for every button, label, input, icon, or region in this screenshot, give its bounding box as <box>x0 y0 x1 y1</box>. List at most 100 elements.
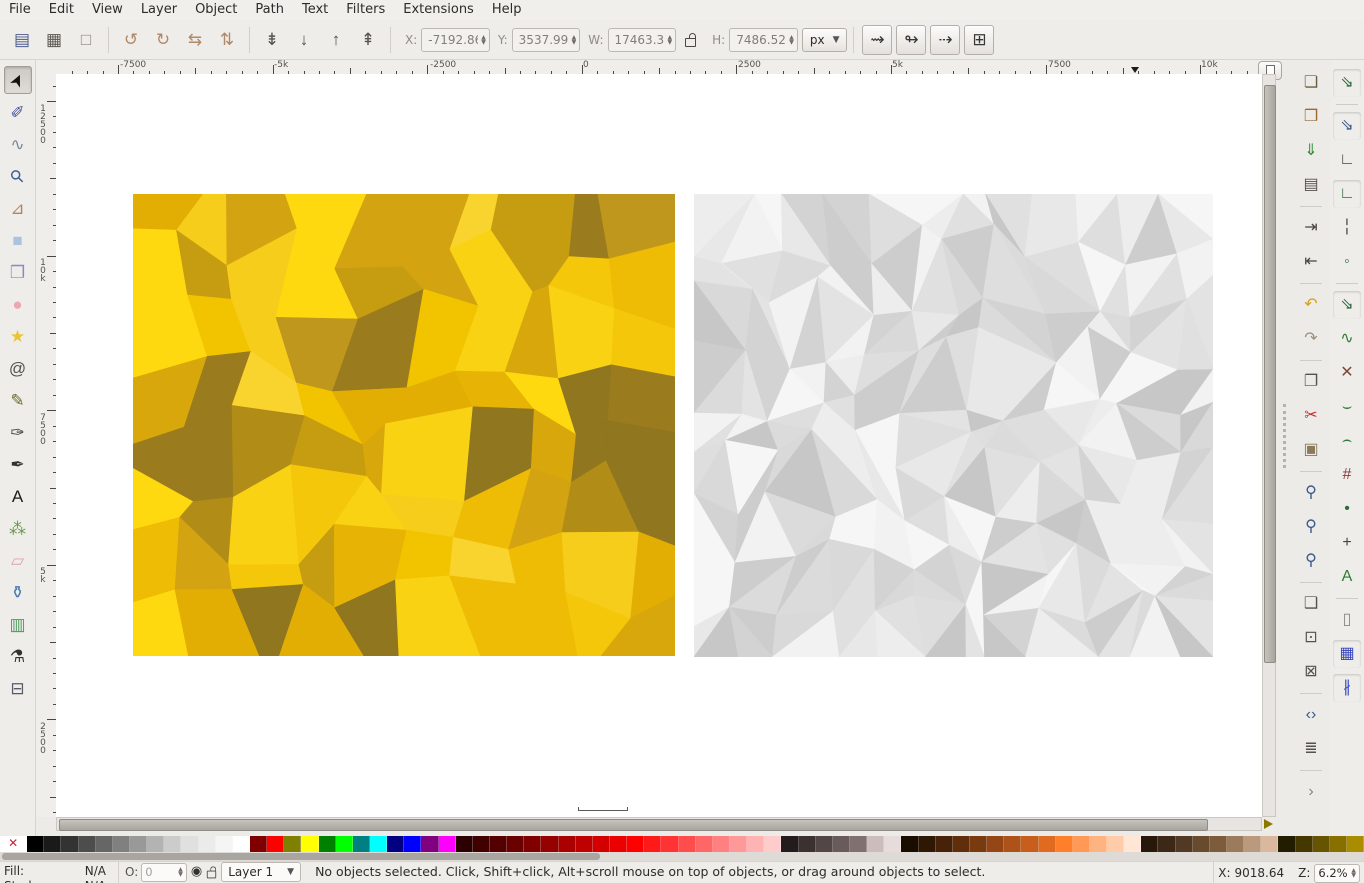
palette-swatch-15[interactable] <box>267 836 284 852</box>
w-spin-arrows[interactable]: ▲▼ <box>668 35 673 45</box>
tweak-tool[interactable]: ∿ <box>4 130 32 158</box>
flip-horizontal-button[interactable]: ⇆ <box>180 25 210 55</box>
palette-swatch-23[interactable] <box>404 836 421 852</box>
palette-swatch-56[interactable] <box>970 836 987 852</box>
palette-swatch-67[interactable] <box>1158 836 1175 852</box>
ellipse-tool[interactable]: ● <box>4 290 32 318</box>
pencil-tool[interactable]: ✎ <box>4 386 32 414</box>
lock-width-height-button[interactable] <box>679 29 701 51</box>
move-gradients-toggle[interactable]: ⇢ <box>930 25 960 55</box>
snap-path-intersections-toggle[interactable]: ✕ <box>1333 359 1361 387</box>
snap-bbox-edge-midpoints-toggle[interactable]: ╎ <box>1333 214 1361 242</box>
palette-swatch-4[interactable] <box>79 836 96 852</box>
h-spin-arrows[interactable]: ▲▼ <box>789 35 794 45</box>
menu-view[interactable]: View <box>83 0 132 20</box>
snap-rotation-centers-toggle[interactable]: + <box>1333 529 1361 557</box>
palette-swatch-25[interactable] <box>439 836 456 852</box>
xml-editor-button[interactable]: ‹› <box>1297 701 1325 729</box>
palette-swatch-36[interactable] <box>627 836 644 852</box>
palette-swatch-70[interactable] <box>1210 836 1227 852</box>
opacity-spin-arrows[interactable]: ▲▼ <box>178 867 183 877</box>
save-document-button[interactable]: ⇓ <box>1297 137 1325 165</box>
palette-swatch-71[interactable] <box>1227 836 1244 852</box>
palette-swatch-17[interactable] <box>301 836 318 852</box>
palette-swatch-59[interactable] <box>1021 836 1038 852</box>
palette-swatch-34[interactable] <box>593 836 610 852</box>
palette-swatch-42[interactable] <box>730 836 747 852</box>
selector-tool[interactable]: ➤ <box>4 66 32 94</box>
palette-swatch-45[interactable] <box>781 836 798 852</box>
opacity-spinbox[interactable]: 0 ▲▼ <box>141 863 187 882</box>
box-3d-tool[interactable]: ❒ <box>4 258 32 286</box>
measure-tool[interactable]: ⊿ <box>4 194 32 222</box>
palette-swatch-5[interactable] <box>96 836 113 852</box>
snap-enable-toggle[interactable]: ⇘ <box>1333 69 1361 97</box>
zoom-tool[interactable]: ⚲ <box>4 162 32 190</box>
duplicate-button[interactable]: ❑ <box>1297 590 1325 618</box>
palette-swatch-38[interactable] <box>661 836 678 852</box>
unit-select[interactable]: px▼ <box>802 28 848 52</box>
lower-to-bottom-button[interactable]: ⇟ <box>257 25 287 55</box>
snap-paths-toggle[interactable]: ∿ <box>1333 325 1361 353</box>
spray-tool[interactable]: ⁂ <box>4 514 32 542</box>
eraser-tool[interactable]: ▱ <box>4 546 32 574</box>
palette-swatch-39[interactable] <box>679 836 696 852</box>
scale-rect-corners-toggle[interactable]: ↬ <box>896 25 926 55</box>
palette-swatch-41[interactable] <box>713 836 730 852</box>
palette-swatch-30[interactable] <box>524 836 541 852</box>
spiral-tool[interactable]: @ <box>4 354 32 382</box>
palette-swatch-52[interactable] <box>901 836 918 852</box>
zoom-to-page-button[interactable]: ⚲ <box>1297 547 1325 575</box>
palette-swatch-74[interactable] <box>1278 836 1295 852</box>
x-spin-arrows[interactable]: ▲▼ <box>481 35 486 45</box>
y-spin-arrows[interactable]: ▲▼ <box>572 35 577 45</box>
rotate-ccw-button[interactable]: ↺ <box>116 25 146 55</box>
snap-line-midpoints-toggle[interactable]: # <box>1333 461 1361 489</box>
cut-button[interactable]: ✂ <box>1297 402 1325 430</box>
palette-swatch-62[interactable] <box>1073 836 1090 852</box>
snap-bbox-edges-toggle[interactable]: ∟ <box>1333 146 1361 174</box>
palette-swatch-63[interactable] <box>1090 836 1107 852</box>
x-field[interactable]: -7192.86▲▼ <box>421 28 490 52</box>
lower-selection-button[interactable]: ↓ <box>289 25 319 55</box>
snap-object-centers-toggle[interactable]: • <box>1333 495 1361 523</box>
snap-grids-toggle[interactable]: ▦ <box>1333 640 1361 668</box>
bezier-tool[interactable]: ✑ <box>4 418 32 446</box>
layer-select[interactable]: Layer 1 ▼ <box>221 862 301 882</box>
palette-swatch-66[interactable] <box>1141 836 1158 852</box>
palette-swatch-46[interactable] <box>799 836 816 852</box>
layer-visibility-eye-icon[interactable]: ◉ <box>191 863 202 881</box>
vertical-scrollbar-thumb[interactable] <box>1264 85 1276 663</box>
unlink-clone-button[interactable]: ⊠ <box>1297 658 1325 686</box>
snap-smooth-nodes-toggle[interactable]: ⌢ <box>1333 427 1361 455</box>
palette-swatch-22[interactable] <box>387 836 404 852</box>
print-document-button[interactable]: ▤ <box>1297 171 1325 199</box>
palette-swatch-10[interactable] <box>181 836 198 852</box>
layer-lock-icon[interactable] <box>207 871 216 879</box>
palette-swatch-1[interactable] <box>27 836 44 852</box>
palette-swatch-53[interactable] <box>919 836 936 852</box>
palette-swatch-75[interactable] <box>1296 836 1313 852</box>
create-clone-button[interactable]: ⊡ <box>1297 624 1325 652</box>
h-field[interactable]: 7486.52▲▼ <box>729 28 798 52</box>
palette-swatch-68[interactable] <box>1176 836 1193 852</box>
snap-page-border-toggle[interactable]: ▯ <box>1333 606 1361 634</box>
snap-toolbar-grip[interactable] <box>1283 404 1286 468</box>
menu-extensions[interactable]: Extensions <box>394 0 483 20</box>
vertical-ruler[interactable]: 1250010k75005k2500 <box>36 74 57 817</box>
text-tool[interactable]: A <box>4 482 32 510</box>
palette-swatch-8[interactable] <box>147 836 164 852</box>
canvas-image-gray-lowpoly[interactable] <box>694 194 1213 657</box>
palette-swatch-27[interactable] <box>473 836 490 852</box>
palette-swatch-3[interactable] <box>61 836 78 852</box>
palette-swatch-12[interactable] <box>216 836 233 852</box>
palette-swatch-55[interactable] <box>953 836 970 852</box>
palette-swatch-57[interactable] <box>987 836 1004 852</box>
palette-swatch-7[interactable] <box>130 836 147 852</box>
snap-bounding-box-toggle[interactable]: ⇘ <box>1333 112 1361 140</box>
palette-swatch-77[interactable] <box>1330 836 1347 852</box>
palette-swatch-65[interactable] <box>1124 836 1141 852</box>
palette-swatch-28[interactable] <box>490 836 507 852</box>
menu-help[interactable]: Help <box>483 0 531 20</box>
canvas-image-yellow-lowpoly[interactable] <box>133 194 675 656</box>
